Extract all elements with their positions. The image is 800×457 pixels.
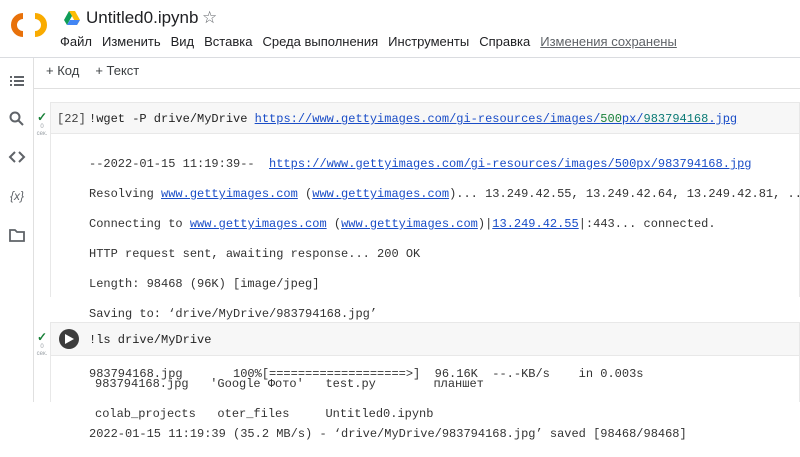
cell1-exec-count: [22] — [57, 112, 86, 126]
output-host-link[interactable]: www.gettyimages.com — [190, 217, 327, 231]
play-icon — [65, 334, 74, 344]
table-of-contents-icon[interactable] — [8, 72, 26, 90]
menu-bar: Файл Изменить Вид Вставка Среда выполнен… — [60, 34, 687, 49]
star-icon[interactable]: ☆ — [202, 8, 217, 28]
output-host-link[interactable]: www.gettyimages.com — [312, 187, 449, 201]
menu-runtime[interactable]: Среда выполнения — [262, 34, 378, 49]
menu-insert[interactable]: Вставка — [204, 34, 252, 49]
output-line-3-suffix: ... connected. — [614, 217, 716, 231]
cell2-code[interactable]: !ls drive/MyDrive — [89, 333, 211, 347]
menu-view[interactable]: Вид — [171, 34, 195, 49]
output-host-link[interactable]: www.gettyimages.com — [341, 217, 478, 231]
cell1-code-editor[interactable]: [22] !wget -P drive/MyDrive https://www.… — [50, 102, 800, 134]
code-snippets-icon[interactable] — [8, 148, 26, 166]
cell2-output: 983794168.jpg 'Google Фото' test.py план… — [95, 362, 484, 437]
folder-icon[interactable] — [8, 226, 26, 244]
cell1-url-ext: .jpg — [708, 112, 738, 126]
notebook-filename[interactable]: Untitled0.ipynb — [86, 8, 198, 28]
add-code-cell-button[interactable]: + Код — [46, 63, 79, 78]
output-line-2: Resolving www.gettyimages.com (www.getty… — [89, 187, 800, 202]
cell1-code[interactable]: !wget -P drive/MyDrive https://www.getty… — [89, 112, 737, 126]
cell1-url-part-c: px/ — [621, 112, 644, 126]
variables-icon[interactable]: {x} — [8, 187, 26, 205]
output-line-2-mid: ( — [297, 187, 313, 201]
output-line-3-port: |:443 — [578, 217, 615, 231]
header-divider — [0, 57, 800, 58]
menu-edit[interactable]: Изменить — [102, 34, 161, 49]
output-line-3-mid: ( — [326, 217, 342, 231]
cell1-exec-unit: сек. — [36, 131, 48, 137]
run-cell-button[interactable] — [59, 329, 79, 349]
left-sidebar: {x} — [0, 58, 34, 402]
cell1-status-gutter: ✓ 0 сек. — [34, 110, 50, 138]
menu-tools[interactable]: Инструменты — [388, 34, 469, 49]
output-line-2-prefix: Resolving — [89, 187, 162, 201]
top-bar: Untitled0.ipynb ☆ Файл Изменить Вид Вста… — [0, 0, 800, 56]
output-line-3: Connecting to www.gettyimages.com (www.g… — [89, 217, 800, 232]
output-line-3-bar: )| — [477, 217, 493, 231]
output-line-3-prefix: Connecting to — [89, 217, 190, 231]
executed-check-icon: ✓ — [36, 330, 48, 344]
output-line-4: HTTP request sent, awaiting response... … — [89, 247, 421, 261]
output-host-link[interactable]: www.gettyimages.com — [161, 187, 298, 201]
cell2-exec-time: 0 — [40, 344, 44, 350]
output-line-5: Length: 98468 (96K) [image/jpeg] — [89, 277, 320, 291]
cell1-code-command: !wget -P drive/MyDrive — [89, 112, 255, 126]
output-line-6: Saving to: ‘drive/MyDrive/983794168.jpg’ — [89, 307, 378, 321]
menu-help[interactable]: Справка — [479, 34, 530, 49]
ls-output-row-2: colab_projects oter_files Untitled0.ipyn… — [95, 407, 434, 421]
cell1-code-url[interactable]: https://www.gettyimages.com/gi-resources… — [255, 112, 738, 126]
menu-file[interactable]: Файл — [60, 34, 92, 49]
cell1-url-part-a: https://www.gettyimages.com/gi-resources… — [254, 112, 601, 126]
output-line-1-prefix: --2022-01-15 11:19:39-- — [89, 157, 270, 171]
cell2-exec-unit: сек. — [36, 351, 48, 357]
cell1-url-id: 983794168 — [643, 112, 709, 126]
notebook-title[interactable]: Untitled0.ipynb — [64, 8, 198, 28]
saved-status-link[interactable]: Изменения сохранены — [540, 34, 677, 49]
colab-logo-icon[interactable] — [10, 10, 48, 40]
search-icon[interactable] — [8, 110, 26, 128]
ls-output-row-1: 983794168.jpg 'Google Фото' test.py план… — [95, 377, 484, 391]
google-drive-icon — [64, 11, 80, 25]
cell1-exec-time: 0 — [40, 124, 44, 130]
output-line-1: --2022-01-15 11:19:39-- https://www.gett… — [89, 157, 800, 172]
executed-check-icon: ✓ — [36, 110, 48, 124]
cell1-url-number: 500 — [600, 112, 622, 126]
output-ip-link[interactable]: 13.249.42.55 — [492, 217, 578, 231]
cell2-code-editor[interactable]: !ls drive/MyDrive — [50, 322, 800, 356]
add-text-cell-button[interactable]: + Текст — [95, 63, 139, 78]
toolbar-divider — [34, 88, 800, 89]
output-line-2-suffix: )... 13.249.42.55, 13.249.42.64, 13.249.… — [449, 187, 800, 201]
output-url-link[interactable]: https://www.gettyimages.com/gi-resources… — [269, 157, 751, 171]
cell-toolbar: + Код + Текст — [46, 63, 139, 78]
cell2-status-gutter: ✓ 0 сек. — [34, 330, 50, 358]
